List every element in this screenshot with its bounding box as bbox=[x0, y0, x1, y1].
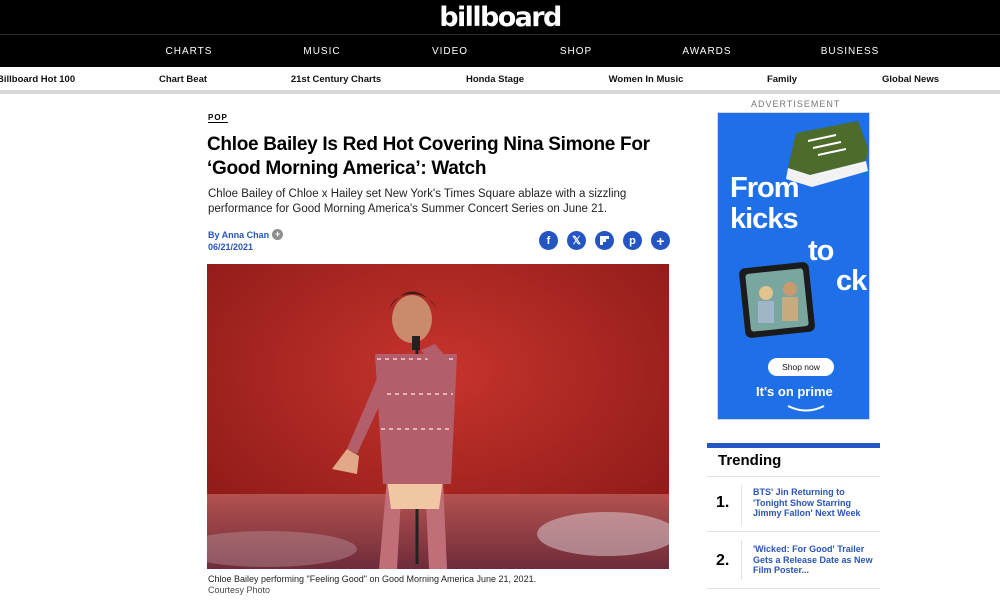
trending-item-divider bbox=[741, 485, 742, 525]
ad-headline-3: to bbox=[808, 235, 834, 267]
hero-image[interactable] bbox=[207, 264, 669, 569]
trending-rank: 2. bbox=[716, 552, 730, 569]
subnav-honda-stage[interactable]: Honda Stage bbox=[466, 67, 524, 92]
image-credit: Courtesy Photo bbox=[208, 585, 271, 595]
author-link[interactable]: By Anna Chan bbox=[208, 230, 269, 240]
trending-heading: Trending bbox=[718, 452, 782, 469]
nav-charts[interactable]: CHARTS bbox=[166, 35, 213, 68]
byline: By Anna Chan + bbox=[208, 229, 284, 240]
article-category[interactable]: POP bbox=[208, 113, 228, 122]
nav-music[interactable]: MUSIC bbox=[303, 35, 340, 68]
trending-link[interactable]: 'Wicked: For Good' Trailer Gets a Releas… bbox=[753, 544, 873, 576]
subnav-global-news[interactable]: Global News bbox=[882, 67, 939, 92]
subnav-21st-century-charts[interactable]: 21st Century Charts bbox=[291, 67, 381, 92]
ad-headline-1: From bbox=[730, 172, 799, 204]
sub-nav: Billboard Hot 100 Chart Beat 21st Centur… bbox=[0, 67, 1000, 94]
top-bar: billboard bbox=[0, 0, 1000, 34]
subnav-family[interactable]: Family bbox=[767, 67, 797, 92]
nav-video[interactable]: VIDEO bbox=[432, 35, 468, 68]
advertisement-banner[interactable]: From kicks to ck Shop now It's on prime bbox=[717, 112, 870, 420]
follow-author-icon[interactable]: + bbox=[272, 229, 284, 240]
ad-shop-now-button[interactable]: Shop now bbox=[768, 358, 834, 376]
pinterest-icon[interactable]: p bbox=[623, 231, 642, 250]
performer-illustration bbox=[207, 264, 669, 569]
subnav-chart-beat[interactable]: Chart Beat bbox=[159, 67, 207, 92]
publish-date: 06/21/2021 bbox=[208, 242, 254, 252]
flipboard-icon[interactable] bbox=[595, 231, 614, 250]
trending-item[interactable]: 1. BTS' Jin Returning to 'Tonight Show S… bbox=[707, 477, 880, 531]
trending-item-divider bbox=[741, 540, 742, 580]
ad-prime-text: It's on prime bbox=[756, 384, 833, 399]
site-logo[interactable]: billboard bbox=[439, 4, 562, 31]
trending-divider bbox=[707, 588, 880, 589]
image-caption: Chloe Bailey performing "Feeling Good" o… bbox=[208, 574, 537, 584]
nav-awards[interactable]: AWARDS bbox=[682, 35, 731, 68]
facebook-icon[interactable]: f bbox=[539, 231, 558, 250]
x-icon[interactable]: 𝕏 bbox=[567, 231, 586, 250]
article-headline: Chloe Bailey Is Red Hot Covering Nina Si… bbox=[207, 134, 650, 179]
main-nav: CHARTS MUSIC VIDEO SHOP AWARDS BUSINESS bbox=[0, 34, 1000, 67]
advertisement-label: ADVERTISEMENT bbox=[751, 99, 841, 109]
subnav-women-in-music[interactable]: Women In Music bbox=[609, 67, 684, 92]
ad-headline-4: ck bbox=[836, 265, 867, 297]
subnav-hot-100[interactable]: Billboard Hot 100 bbox=[0, 67, 75, 92]
trending-accent-bar bbox=[707, 443, 880, 448]
article-dek: Chloe Bailey of Chloe x Hailey set New Y… bbox=[208, 188, 627, 215]
ad-headline-2: kicks bbox=[730, 203, 799, 235]
nav-shop[interactable]: SHOP bbox=[560, 35, 592, 68]
trending-item[interactable]: 2. 'Wicked: For Good' Trailer Gets a Rel… bbox=[707, 532, 880, 588]
trending-rank: 1. bbox=[716, 494, 730, 511]
trending-link[interactable]: BTS' Jin Returning to 'Tonight Show Star… bbox=[753, 487, 873, 519]
nav-business[interactable]: BUSINESS bbox=[821, 35, 880, 68]
plus-icon[interactable]: + bbox=[651, 231, 670, 250]
